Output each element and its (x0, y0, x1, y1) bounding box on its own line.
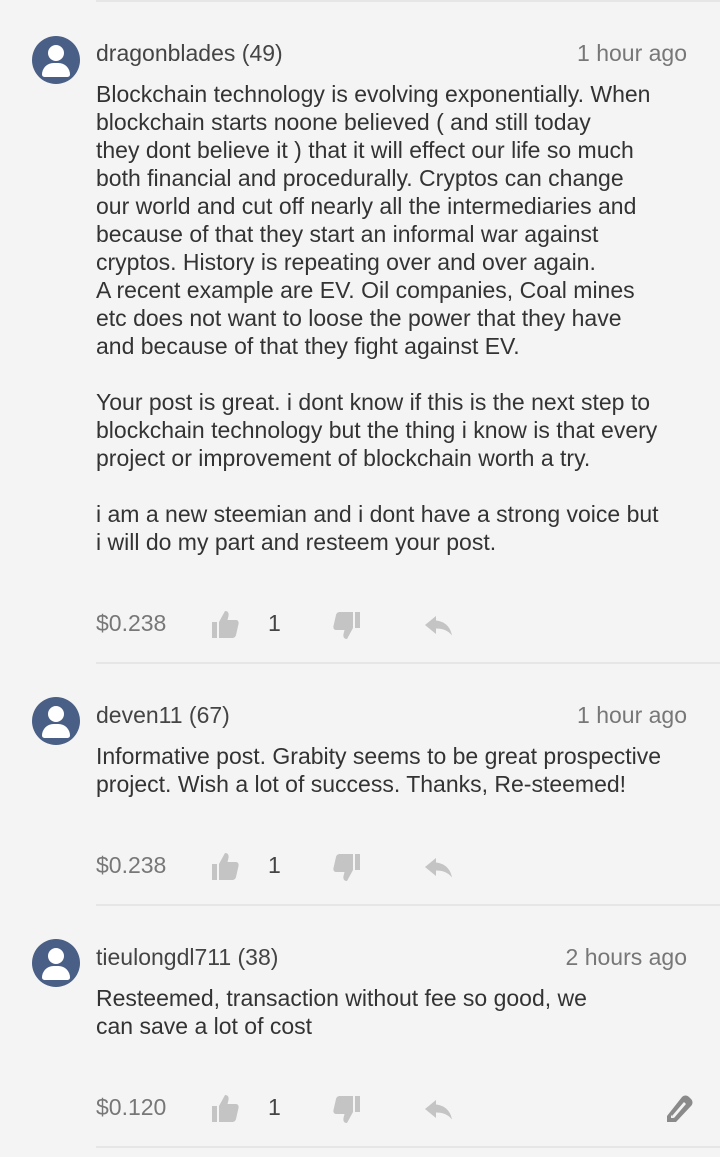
comment-author[interactable]: deven11 (67) (96, 702, 230, 729)
comment-actions: $0.238 1 (0, 604, 720, 644)
thumbs-down-icon[interactable] (330, 1092, 364, 1126)
comment-divider (96, 662, 720, 664)
vote-count: 1 (268, 1094, 281, 1120)
reply-arrow-icon[interactable] (422, 850, 456, 884)
comment-timestamp[interactable]: 1 hour ago (577, 702, 687, 729)
payout-value[interactable]: $0.238 (96, 610, 166, 637)
comment-author[interactable]: dragonblades (49) (96, 40, 283, 67)
thumbs-up-icon[interactable] (208, 850, 242, 884)
thumbs-up-icon[interactable] (208, 608, 242, 642)
user-avatar-icon[interactable] (32, 939, 80, 987)
thumbs-up-icon[interactable] (208, 1092, 242, 1126)
comment-divider (96, 904, 720, 906)
comment-body: Resteemed, transaction without fee so go… (96, 985, 587, 1039)
reply-arrow-icon[interactable] (422, 1092, 456, 1126)
user-avatar-icon[interactable] (32, 36, 80, 84)
comment-body: Informative post. Grabity seems to be gr… (96, 743, 662, 797)
thumbs-down-icon[interactable] (330, 608, 364, 642)
payout-value[interactable]: $0.238 (96, 852, 166, 879)
vote-count: 1 (268, 610, 281, 636)
comment-timestamp[interactable]: 2 hours ago (566, 944, 687, 971)
top-divider (96, 0, 720, 2)
thumbs-down-icon[interactable] (330, 850, 364, 884)
bottom-divider (96, 1146, 720, 1148)
comment-actions: $0.120 1 (0, 1088, 720, 1128)
edit-pen-icon[interactable] (662, 1092, 696, 1126)
comment-timestamp[interactable]: 1 hour ago (577, 40, 687, 67)
reply-arrow-icon[interactable] (422, 608, 456, 642)
comment-actions: $0.238 1 (0, 846, 720, 886)
comment-author[interactable]: tieulongdl711 (38) (96, 944, 278, 971)
payout-value[interactable]: $0.120 (96, 1094, 166, 1121)
vote-count: 1 (268, 852, 281, 878)
comment-body: Blockchain technology is evolving expone… (96, 81, 659, 555)
user-avatar-icon[interactable] (32, 697, 80, 745)
